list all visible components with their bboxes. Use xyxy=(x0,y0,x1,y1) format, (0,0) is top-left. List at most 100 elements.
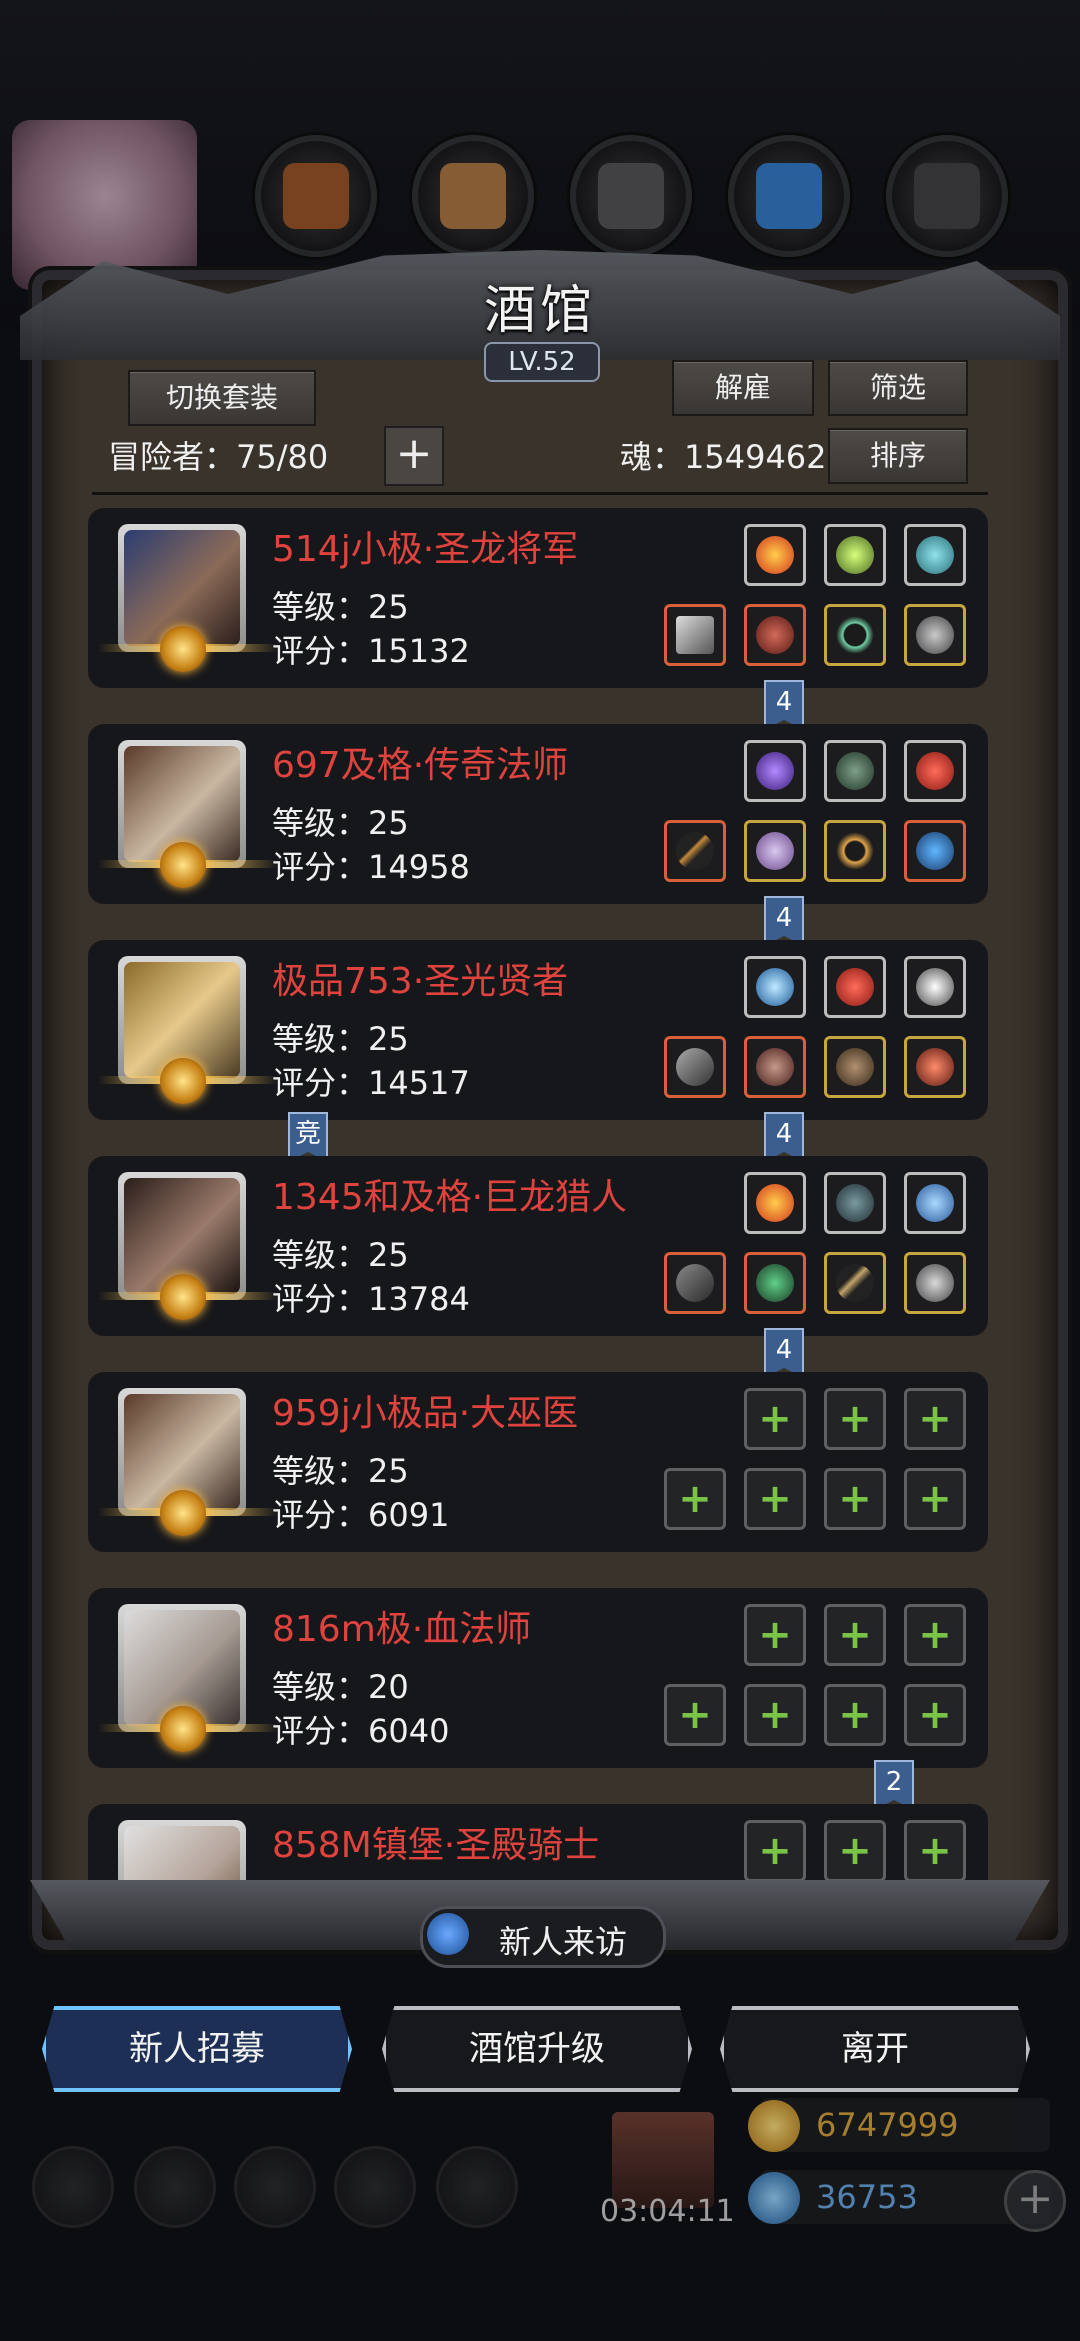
divider xyxy=(92,492,988,495)
achievement-icon[interactable] xyxy=(134,2146,216,2228)
empty-slot-plus-icon[interactable]: + xyxy=(744,1604,806,1666)
pendant-icon[interactable] xyxy=(904,1036,966,1098)
empty-slot-plus-icon[interactable]: + xyxy=(824,1388,886,1450)
hero-level: 等级：20 xyxy=(272,1668,409,1706)
mask-icon[interactable] xyxy=(824,1036,886,1098)
ruby-icon[interactable] xyxy=(904,740,966,802)
empty-slot-plus-icon[interactable]: + xyxy=(664,1468,726,1530)
hero-card[interactable]: 816m极·血法师 等级：20 评分：6040 + + + + + + + xyxy=(88,1588,988,1768)
empty-slot-plus-icon[interactable]: + xyxy=(744,1684,806,1746)
clock-icon xyxy=(427,1913,469,1955)
new-visitor-button[interactable]: 新人来访 xyxy=(420,1906,666,1968)
ruby-icon[interactable] xyxy=(824,956,886,1018)
water-rune-icon[interactable] xyxy=(744,956,806,1018)
cloak-icon[interactable] xyxy=(744,1036,806,1098)
amulet-icon[interactable] xyxy=(904,604,966,666)
egg-gem-icon[interactable] xyxy=(904,1172,966,1234)
hammer-icon[interactable] xyxy=(664,1036,726,1098)
wood-icon[interactable] xyxy=(412,135,534,257)
gem-icon[interactable] xyxy=(904,524,966,586)
new-visitor-label: 新人来访 xyxy=(499,1923,628,1961)
gem-value: 36753 xyxy=(816,2178,918,2216)
gun-icon[interactable] xyxy=(664,1252,726,1314)
hero-level: 等级：25 xyxy=(272,1020,409,1058)
hero-rank-ribbon: 4 xyxy=(764,1112,804,1162)
shop-icon[interactable] xyxy=(436,2146,518,2228)
iron-icon[interactable] xyxy=(886,135,1008,257)
stone-gem-icon[interactable] xyxy=(824,1172,886,1234)
sword-icon[interactable] xyxy=(664,604,726,666)
blue-gem-icon xyxy=(748,2172,800,2224)
robe-icon[interactable] xyxy=(744,820,806,882)
arcane-rune-icon[interactable] xyxy=(744,740,806,802)
hero-card[interactable]: 697及格·传奇法师 等级：25 评分：14958 xyxy=(88,724,988,904)
stone-icon[interactable] xyxy=(570,135,692,257)
empty-slot-plus-icon[interactable]: + xyxy=(904,1388,966,1450)
hero-card[interactable]: 极品753·圣光贤者 等级：25 评分：14517 xyxy=(88,940,988,1120)
arena-tag-ribbon: 竞 xyxy=(288,1112,328,1162)
hero-score: 评分：14517 xyxy=(272,1064,470,1102)
empty-slot-plus-icon[interactable]: + xyxy=(904,1604,966,1666)
empty-slot-plus-icon[interactable]: + xyxy=(824,1468,886,1530)
hero-card[interactable]: 959j小极品·大巫医 等级：25 评分：6091 + + + + + + + xyxy=(88,1372,988,1552)
empty-slot-plus-icon[interactable]: + xyxy=(664,1684,726,1746)
hero-score: 评分：14958 xyxy=(272,848,470,886)
rank-emblem-icon xyxy=(160,1490,206,1536)
hero-name: 959j小极品·大巫医 xyxy=(272,1393,579,1434)
gloves-icon[interactable] xyxy=(255,135,377,257)
gift-timer: 03:04:11 xyxy=(600,2194,735,2229)
empty-slot-plus-icon[interactable]: + xyxy=(824,1820,886,1882)
hero-level: 等级：25 xyxy=(272,1236,409,1274)
empty-slot-plus-icon[interactable]: + xyxy=(824,1684,886,1746)
crystal-icon[interactable] xyxy=(728,135,850,257)
staff-icon[interactable] xyxy=(664,820,726,882)
sort-button[interactable]: 排序 xyxy=(828,428,968,484)
hero-score: 评分：13784 xyxy=(272,1280,470,1318)
empty-slot-plus-icon[interactable]: + xyxy=(904,1684,966,1746)
hero-rank-ribbon: 2 xyxy=(874,1760,914,1810)
soul-count: 魂：1549462 xyxy=(620,438,827,476)
hero-card[interactable]: 858M镇堡·圣殿骑士 + + + xyxy=(88,1804,988,1888)
hero-card[interactable]: 1345和及格·巨龙猎人 等级：25 评分：13784 xyxy=(88,1156,988,1336)
hero-rank-ribbon: 4 xyxy=(764,896,804,946)
mail-icon[interactable] xyxy=(334,2146,416,2228)
fire-rune-icon[interactable] xyxy=(744,524,806,586)
leave-button[interactable]: 离开 xyxy=(720,2006,1030,2092)
amulet-icon[interactable] xyxy=(904,820,966,882)
hero-score: 评分：15132 xyxy=(272,632,470,670)
empty-slot-plus-icon[interactable]: + xyxy=(744,1820,806,1882)
hero-name: 514j小极·圣龙将军 xyxy=(272,529,579,570)
rank-emblem-icon xyxy=(160,1058,206,1104)
orb-icon[interactable] xyxy=(824,740,886,802)
tavern-upgrade-button[interactable]: 酒馆升级 xyxy=(382,2006,692,2092)
hero-name: 697及格·传奇法师 xyxy=(272,745,569,786)
bracer-icon[interactable] xyxy=(824,1252,886,1314)
hero-name: 1345和及格·巨龙猎人 xyxy=(272,1177,628,1218)
adventurer-count: 冒险者：75/80 xyxy=(108,438,329,476)
add-capacity-button[interactable]: + xyxy=(384,426,444,486)
dismiss-button[interactable]: 解雇 xyxy=(672,360,814,416)
ring-icon[interactable] xyxy=(824,604,886,666)
empty-slot-plus-icon[interactable]: + xyxy=(744,1468,806,1530)
hero-name: 极品753·圣光贤者 xyxy=(272,961,569,1002)
empty-slot-plus-icon[interactable]: + xyxy=(824,1604,886,1666)
fire-rune-icon[interactable] xyxy=(744,1172,806,1234)
tavern-level-badge: LV.52 xyxy=(484,342,600,382)
empty-slot-plus-icon[interactable]: + xyxy=(744,1388,806,1450)
hero-list[interactable]: 514j小极·圣龙将军 等级：25 评分：15132 4 697及格·传奇法师 … xyxy=(88,508,988,1888)
lantern-icon[interactable] xyxy=(824,524,886,586)
ring-icon[interactable] xyxy=(824,820,886,882)
switch-suit-button[interactable]: 切换套装 xyxy=(128,370,316,426)
empty-slot-plus-icon[interactable]: + xyxy=(904,1468,966,1530)
bracelet-icon[interactable] xyxy=(904,1252,966,1314)
vest-icon[interactable] xyxy=(744,1252,806,1314)
recruit-button[interactable]: 新人招募 xyxy=(42,2006,352,2092)
guild-icon[interactable] xyxy=(234,2146,316,2228)
armor-icon[interactable] xyxy=(744,604,806,666)
add-gem-button[interactable]: + xyxy=(1004,2170,1066,2232)
settings-icon[interactable] xyxy=(32,2146,114,2228)
filter-button[interactable]: 筛选 xyxy=(828,360,968,416)
empty-slot-plus-icon[interactable]: + xyxy=(904,1820,966,1882)
hero-card[interactable]: 514j小极·圣龙将军 等级：25 评分：15132 xyxy=(88,508,988,688)
star-rune-icon[interactable] xyxy=(904,956,966,1018)
